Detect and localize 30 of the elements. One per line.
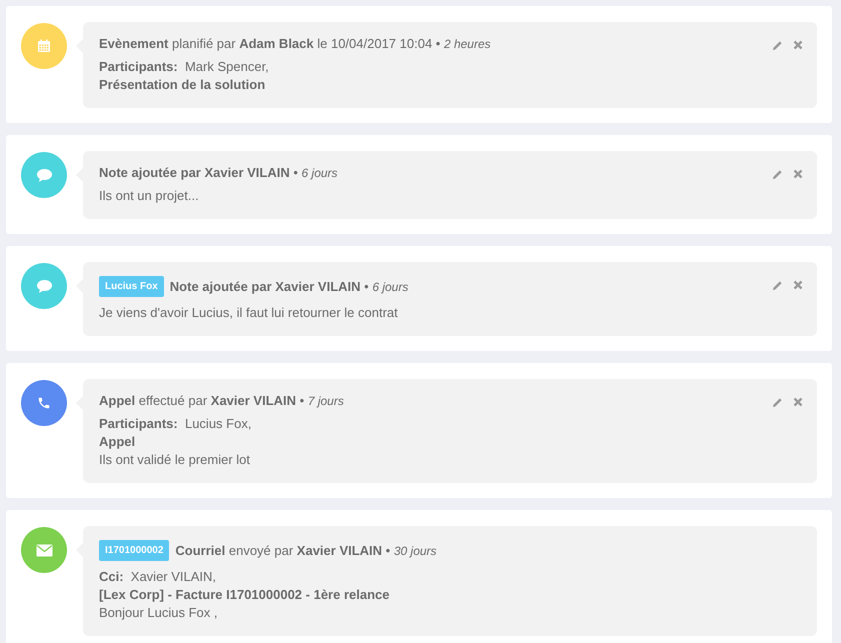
- entry-header: Note ajoutée par Xavier VILAIN • 6 jours: [170, 279, 408, 294]
- phone-icon: [37, 396, 51, 410]
- calendar-icon: [36, 38, 52, 54]
- entry-header: Evènement planifié par Adam Black le 10/04/2017 10:04 • 2 heures: [99, 36, 491, 51]
- entry-header: Courriel envoyé par Xavier VILAIN • 30 jours: [175, 543, 437, 558]
- entry-text: Appel: [99, 433, 136, 451]
- entry-text: Participants: Mark Spencer,: [99, 58, 270, 76]
- tag-label: Lucius Fox: [99, 276, 164, 297]
- close-icon[interactable]: [793, 169, 803, 180]
- entry-text: [Lex Corp] - Facture I1701000002 - 1ère relance: [99, 586, 390, 604]
- speech-bubble-icon: [36, 168, 52, 182]
- speech-bubble-icon: [36, 278, 52, 294]
- entry-header: Note ajoutée par Xavier VILAIN • 6 jours: [99, 165, 338, 180]
- close-icon[interactable]: [793, 397, 803, 408]
- tag-label: I1701000002: [99, 540, 170, 561]
- edit-icon[interactable]: [772, 169, 783, 180]
- entry-text: Je viens d'avoir Lucius, il faut lui retourner le contrat: [99, 304, 399, 322]
- entry-header: Appel effectué par Xavier VILAIN • 7 jours: [99, 393, 344, 408]
- edit-icon[interactable]: [772, 397, 783, 408]
- entry-text: Présentation de la solution: [99, 76, 266, 94]
- entry-text: Participants: Lucius Fox,: [99, 415, 252, 433]
- close-icon[interactable]: [793, 280, 803, 291]
- entry-text: Ils ont validé le premier lot: [99, 451, 252, 469]
- entry-text: Cci: Xavier VILAIN,: [99, 568, 218, 586]
- envelope-icon: [36, 544, 52, 556]
- close-icon[interactable]: [793, 40, 803, 51]
- entry-text: Ils ont un projet...: [99, 187, 200, 205]
- edit-icon[interactable]: [772, 40, 783, 51]
- edit-icon[interactable]: [772, 280, 783, 291]
- entry-text: Bonjour Lucius Fox ,: [99, 604, 219, 622]
